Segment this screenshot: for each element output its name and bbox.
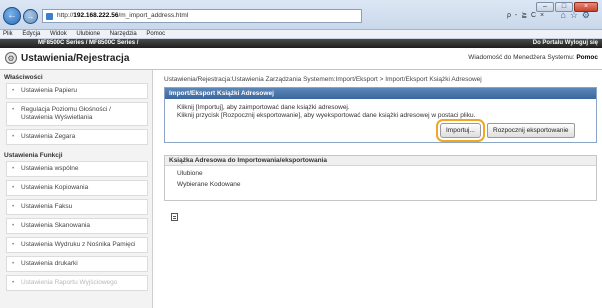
import-export-panel: Import/Eksport Książki Adresowej Kliknij…: [164, 87, 597, 143]
portal-logout-links[interactable]: Do Portalu Wyloguj się: [533, 39, 598, 48]
sidebar-item-memory-print[interactable]: Ustawienia Wydruku z Nośnika Pamięci: [6, 237, 148, 253]
instruction-line-2: Kliknij przycisk [Rozpocznij eksportowan…: [177, 112, 476, 119]
device-header-band: MF8500C Series / MF8500C Series / Do Por…: [0, 39, 602, 48]
sidebar-item-report[interactable]: Ustawienia Raportu Wyjściowego: [6, 275, 148, 291]
back-arrow-icon[interactable]: ←: [3, 7, 21, 25]
page-document-icon[interactable]: [171, 213, 178, 221]
menu-help[interactable]: Pomoc: [146, 31, 165, 37]
close-icon[interactable]: ×: [574, 2, 598, 12]
settings-gear-icon: ⚙: [5, 52, 17, 64]
address-book-panel: Książka Adresowa do Importowania/eksport…: [164, 155, 597, 201]
system-manager-label[interactable]: Wiadomość do Menedżera Systemu:: [468, 54, 574, 61]
sidebar: Właściwości Ustawienia Papieru Regulacja…: [0, 70, 153, 308]
device-model: MF8500C Series / MF8500C Series /: [38, 40, 139, 46]
menu-view[interactable]: Widok: [50, 31, 67, 37]
sidebar-item-common[interactable]: Ustawienia wspólne: [6, 161, 148, 177]
sidebar-item-clock[interactable]: Ustawienia Zegara: [6, 129, 148, 145]
sidebar-item-fax[interactable]: Ustawienia Faksu: [6, 199, 148, 215]
address-book-coded-dial: Wybierane Kodowane: [177, 181, 241, 188]
maximize-icon[interactable]: □: [555, 2, 573, 12]
page-title: Ustawienia/Rejestracja: [21, 53, 130, 64]
menu-edit[interactable]: Edycja: [22, 31, 40, 37]
main-content: Ustawienia/Rejestracja:Ustawienia Zarząd…: [158, 70, 602, 308]
help-link[interactable]: Pomoc: [576, 54, 598, 61]
minimize-icon[interactable]: –: [536, 2, 554, 12]
breadcrumb: Ustawienia/Rejestracja:Ustawienia Zarząd…: [164, 76, 482, 83]
sidebar-section-properties[interactable]: Właściwości: [0, 70, 152, 83]
menu-file[interactable]: Plik: [3, 31, 13, 37]
url-path: /m_import_address.html: [118, 12, 189, 19]
instruction-line-1: Kliknij [Importuj], aby zaimportować dan…: [177, 104, 350, 111]
window-controls: – □ ×: [536, 2, 598, 12]
page-favicon-icon: [46, 13, 53, 20]
panel-title: Import/Eksport Książki Adresowej: [165, 88, 596, 99]
menu-tools[interactable]: Narzędzia: [110, 31, 137, 37]
url-prefix: http://: [57, 12, 74, 19]
address-bar[interactable]: http://192.168.222.56/m_import_address.h…: [42, 9, 362, 23]
sidebar-section-functions[interactable]: Ustawienia Funkcji: [0, 148, 152, 161]
start-export-button[interactable]: Rozpocznij eksportowanie: [487, 123, 575, 138]
sidebar-item-copy[interactable]: Ustawienia Kopiowania: [6, 180, 148, 196]
browser-menubar: Plik Edycja Widok Ulubione Narzędzia Pom…: [0, 30, 602, 39]
forward-arrow-icon[interactable]: →: [23, 9, 38, 24]
browser-chrome: ← → http://192.168.222.56/m_import_addre…: [0, 0, 602, 30]
sidebar-item-scan[interactable]: Ustawienia Skanowania: [6, 218, 148, 234]
sidebar-item-volume-display[interactable]: Regulacja Poziomu Głośności / Ustawienia…: [6, 102, 148, 126]
menu-favorites[interactable]: Ulubione: [76, 31, 100, 37]
sidebar-item-printer[interactable]: Ustawienia drukarki: [6, 256, 148, 272]
address-book-favorites: Ulubione: [177, 170, 203, 177]
system-manager-message: Wiadomość do Menedżera Systemu: Pomoc: [468, 54, 598, 61]
import-button[interactable]: Importuj...: [436, 119, 485, 142]
address-book-title: Książka Adresowa do Importowania/eksport…: [165, 156, 596, 166]
page-titlebar: ⚙ Ustawienia/Rejestracja Wiadomość do Me…: [0, 48, 602, 70]
url-host: 192.168.222.56: [73, 12, 119, 19]
sidebar-item-paper[interactable]: Ustawienia Papieru: [6, 83, 148, 99]
